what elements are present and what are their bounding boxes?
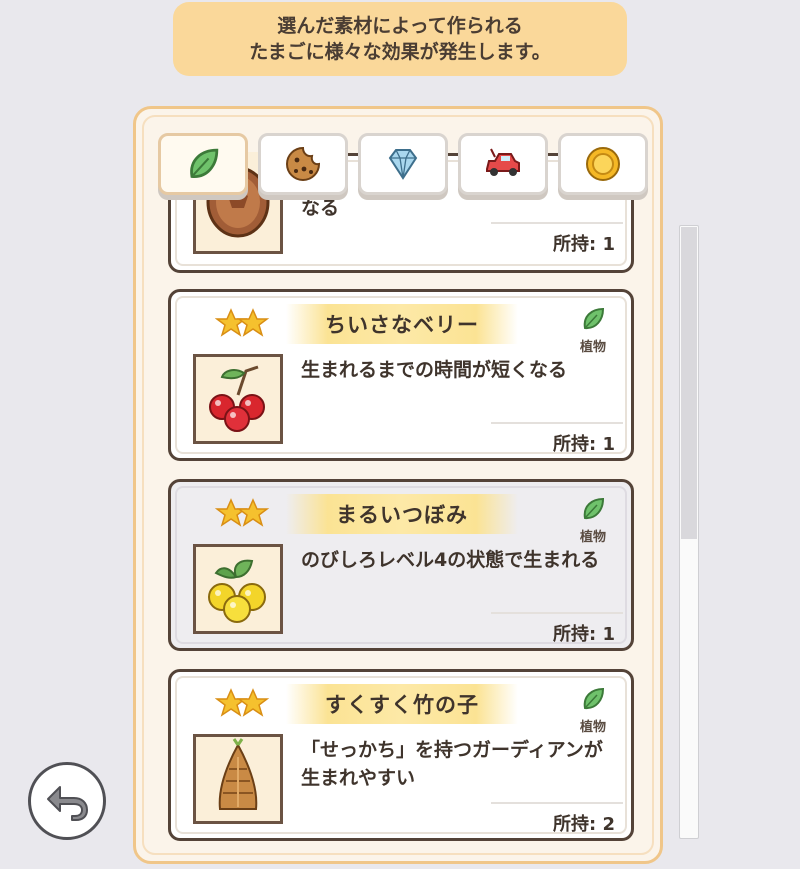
bamboo-shoot-icon	[218, 738, 258, 810]
coin-icon	[586, 147, 620, 181]
item-name: まるいつぼみ	[336, 503, 468, 527]
bamboo-description: 「せっかち」を持つガーディアンが生まれやすい	[301, 739, 603, 789]
rarity-stars	[215, 308, 270, 337]
material-card-bamboo[interactable]: すくすく竹の子 植物 「せっかち」を持つガーディアンが生まれやすい 所持: 2	[168, 669, 634, 841]
material-card-berry[interactable]: ちいさなベリー 植物 生まれるまでの時間が短くなる 所持: 1	[168, 289, 634, 461]
bud-description: のびしろレベル4の状態で生まれる	[301, 549, 600, 571]
category-label: 植物	[579, 530, 606, 545]
scrollbar-thumb[interactable]	[681, 227, 697, 539]
category-badge: 植物	[573, 306, 613, 355]
material-panel: なる 所持: 1 ちいさなベリー 植物 生まれるまでの時間が短くなる 所持: 1…	[133, 106, 663, 864]
hint-banner: 選んだ素材によって作られる たまごに様々な効果が発生します。	[173, 2, 627, 76]
tab-plants[interactable]	[158, 133, 248, 195]
leaf-icon	[583, 497, 605, 520]
hint-line-1: 選んだ素材によって作られる	[277, 15, 523, 37]
berry-owned: 所持: 1	[553, 434, 615, 455]
tab-vehicles[interactable]	[458, 133, 548, 195]
berry-thumb	[193, 354, 283, 444]
leaf-icon	[583, 307, 605, 330]
item-name-ribbon: すくすく竹の子	[286, 684, 518, 724]
category-badge: 植物	[573, 496, 613, 545]
yellow-berry-icon	[208, 559, 266, 623]
item-name: ちいさなベリー	[325, 313, 479, 337]
material-card-bud[interactable]: まるいつぼみ 植物 のびしろレベル4の状態で生まれる 所持: 1	[168, 479, 634, 651]
tab-gems[interactable]	[358, 133, 448, 195]
rarity-stars	[215, 498, 270, 527]
category-badge: 植物	[573, 686, 613, 735]
category-tabs	[154, 133, 654, 205]
bud-thumb	[193, 544, 283, 634]
berry-description: 生まれるまでの時間が短くなる	[301, 359, 568, 381]
bamboo-thumb	[193, 734, 283, 824]
back-button[interactable]	[28, 762, 106, 840]
category-label: 植物	[579, 340, 606, 355]
list-scrollbar[interactable]	[679, 225, 699, 839]
seed-owned: 所持: 1	[553, 234, 615, 255]
return-arrow-icon	[47, 786, 88, 821]
item-name-ribbon: まるいつぼみ	[286, 494, 518, 534]
cherry-icon	[209, 365, 265, 432]
tab-coins[interactable]	[558, 133, 648, 195]
car-icon	[486, 148, 520, 176]
leaf-icon	[190, 148, 219, 178]
tab-food[interactable]	[258, 133, 348, 195]
bud-owned: 所持: 1	[553, 624, 615, 645]
diamond-icon	[388, 149, 418, 180]
rarity-stars	[215, 688, 270, 717]
leaf-icon	[583, 687, 605, 710]
item-name: すくすく竹の子	[325, 693, 479, 717]
cookie-icon	[286, 146, 321, 181]
bamboo-owned: 所持: 2	[553, 814, 615, 835]
category-label: 植物	[579, 720, 606, 735]
hint-line-2: たまごに様々な効果が発生します。	[249, 41, 551, 63]
material-list[interactable]: なる 所持: 1 ちいさなベリー 植物 生まれるまでの時間が短くなる 所持: 1…	[136, 109, 660, 861]
item-name-ribbon: ちいさなベリー	[286, 304, 518, 344]
